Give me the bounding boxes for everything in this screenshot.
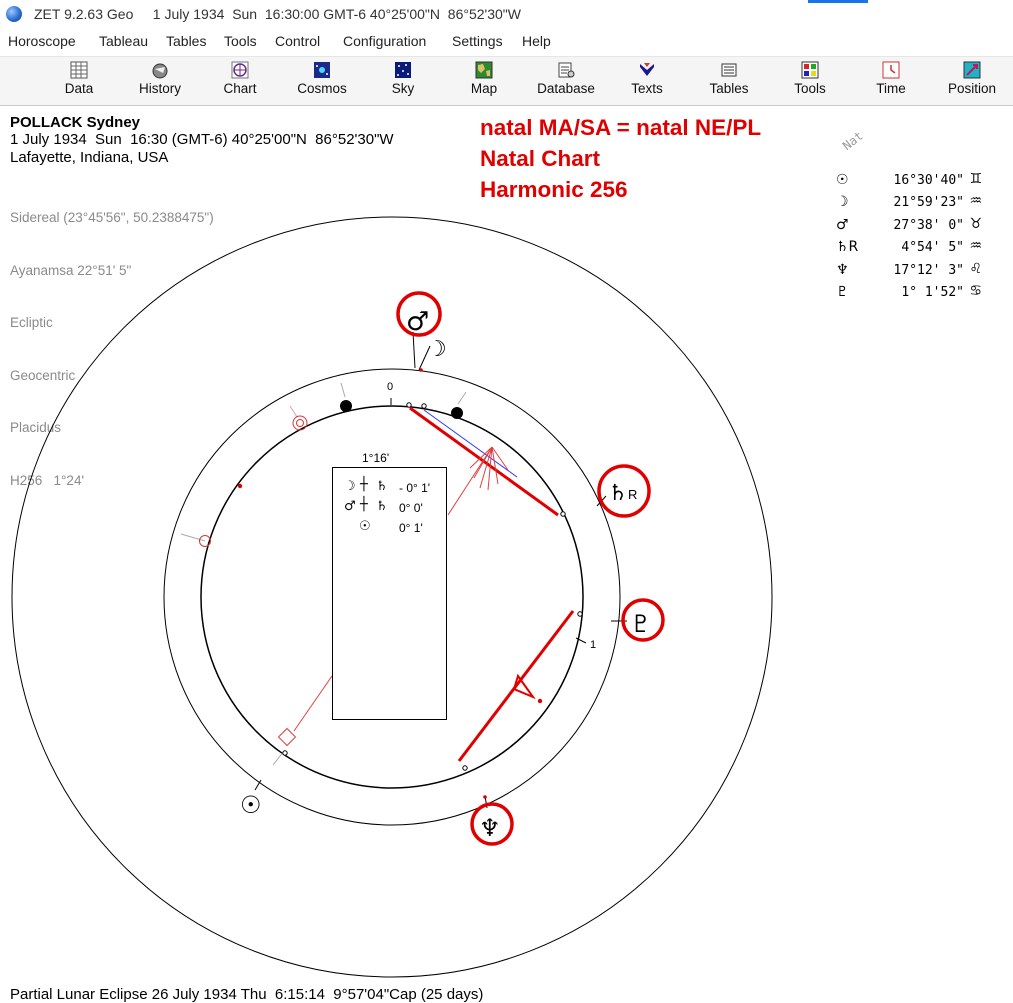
midpoint-row: ☉ 0° 1' [333, 519, 446, 539]
zero-tick-label: 0 [387, 381, 393, 393]
red-dot [483, 795, 487, 799]
radial-arrow-fan-icon [469, 446, 509, 491]
midpoint-row: ☽ ┼ ♄ - 0° 1' [333, 477, 446, 499]
sun-icon: ☉ [359, 519, 371, 534]
ring-marker [577, 611, 583, 617]
red-dot [537, 698, 543, 704]
mars-icon: ♂ [344, 499, 356, 514]
moon-icon: ☽ [344, 479, 356, 494]
pluto-icon: ♇ [630, 610, 652, 638]
midpoint-row: ♂ ┼ ♄ 0° 0' [333, 497, 446, 519]
midpoint-orb: - 0° 1' [399, 481, 431, 495]
one-tick-label: 1 [590, 639, 596, 651]
gray-tick [340, 382, 346, 398]
ring-marker [406, 402, 412, 408]
annotation-line-red [457, 610, 575, 762]
diamond-marker-icon [277, 727, 297, 747]
planet-dot [451, 407, 463, 419]
red-dot [237, 483, 243, 489]
midpoint-orb: 0° 0' [399, 501, 423, 515]
saturn-icon: ♄ [376, 479, 388, 494]
mars-leader-line [412, 331, 416, 369]
midpoint-box-title: 1°16' [362, 451, 390, 465]
midpoint-box: ☽ ┼ ♄ - 0° 1' ♂ ┼ ♄ 0° 0' ☉ 0° 1' [332, 467, 447, 720]
red-tick [289, 405, 298, 418]
planet-dot [340, 400, 352, 412]
saturn-retrograde-marker: R [628, 487, 637, 502]
ring-marker [421, 403, 427, 409]
ring-marker [462, 765, 468, 771]
moon-icon: ☽ [427, 337, 447, 362]
neptune-icon: ♆ [479, 814, 501, 842]
saturn-icon: ♄ [608, 481, 628, 506]
saturn-icon: ♄ [376, 499, 388, 514]
midpoint-bar: ┼ [360, 497, 368, 512]
midpoint-orb: 0° 1' [399, 521, 423, 535]
ring-marker [282, 750, 288, 756]
red-dot [419, 368, 423, 372]
midpoint-bar: ┼ [360, 477, 368, 492]
gray-tick [457, 391, 467, 405]
radial-line-red [447, 446, 493, 516]
footer-eclipse-info: Partial Lunar Eclipse 26 July 1934 Thu 6… [10, 986, 484, 1003]
ring-marker [560, 511, 566, 517]
midpoint-marker-icon [292, 415, 308, 431]
chart-wheel: 0 1 ♂ ☽ ♄ R ♇ ♆ ☉ [11, 216, 773, 978]
midpoint-marker-inner-icon [296, 419, 304, 427]
sun-icon: ☉ [240, 791, 262, 819]
radial-line-red [293, 675, 333, 732]
